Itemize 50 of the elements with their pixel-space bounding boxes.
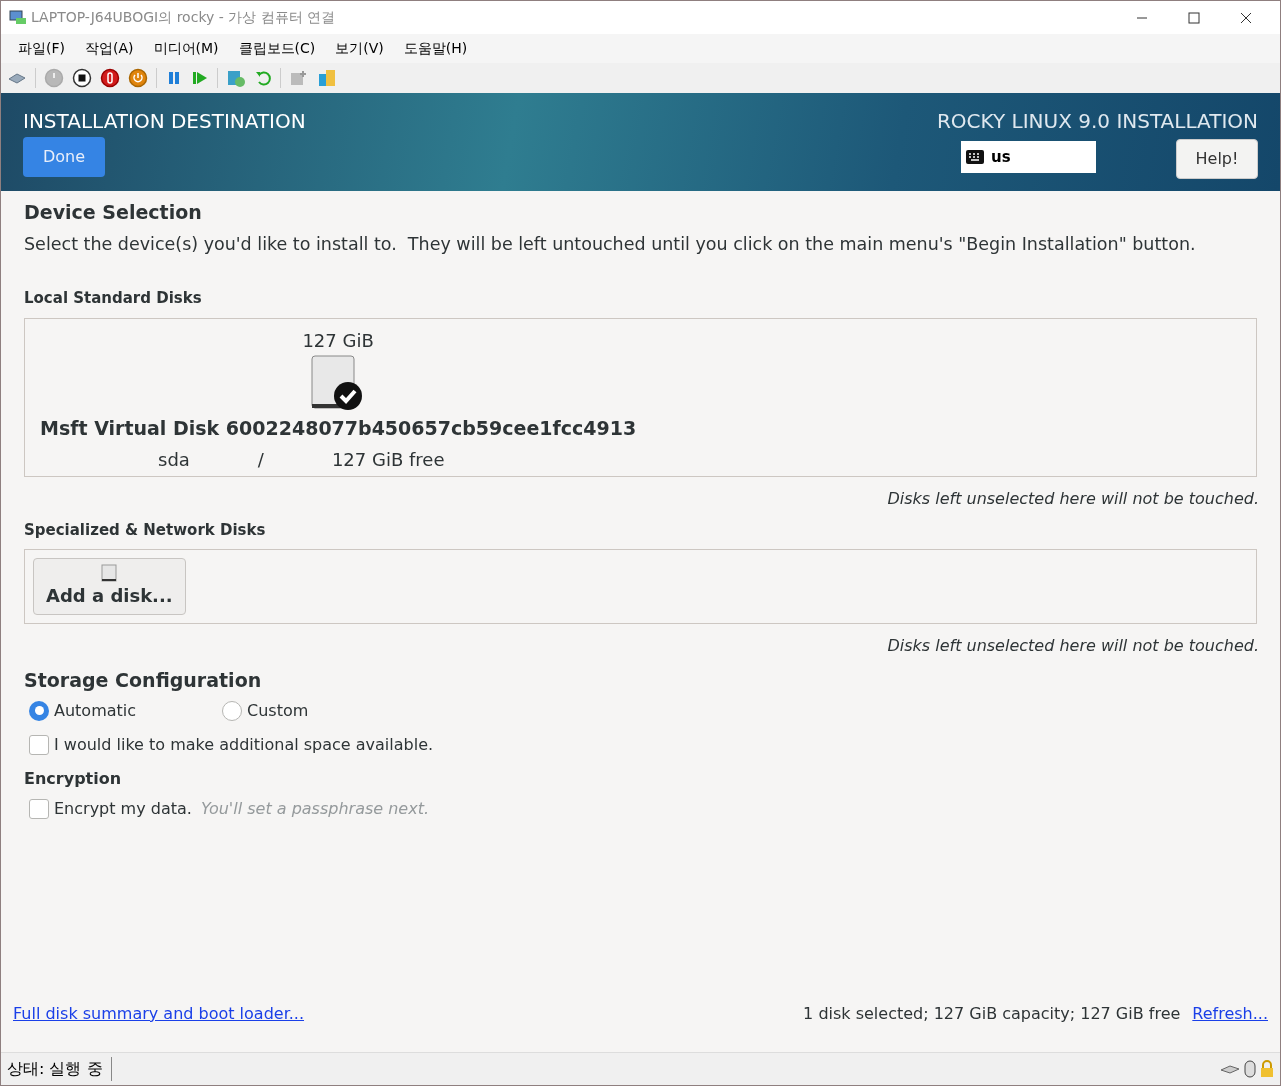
checkbox[interactable]	[29, 798, 49, 819]
computer-icon	[9, 9, 27, 26]
menu-item[interactable]: 파일(F)	[11, 38, 72, 59]
help-button[interactable]: Help!	[1176, 139, 1258, 179]
disk-name: Msft Virtual Disk 6002248077b450657cb59cee1fcc4913	[40, 415, 637, 441]
radio-button[interactable]	[29, 700, 49, 721]
description-text: Select the device(s) you'd like to install to. They will be left untouched until you click on the main menu's "Begin Installation" button.	[24, 233, 1197, 256]
checkbox[interactable]	[29, 734, 49, 755]
disk-status-text: 1 disk selected; 127 GiB capacity; 127 GiB free	[803, 1003, 1181, 1025]
section-heading: Encryption	[24, 767, 123, 790]
maximize-icon[interactable]	[1188, 11, 1200, 24]
disk-size: 127 GiB	[302, 328, 374, 353]
hint-text: You'll set a passphrase next.	[200, 797, 429, 820]
menu-item[interactable]: 도움말(H)	[396, 38, 475, 59]
radio-label: Custom	[247, 699, 309, 722]
mouse-icon	[1244, 1060, 1256, 1078]
menu-item[interactable]: 작업(A)	[78, 38, 141, 59]
power-icon[interactable]	[100, 68, 120, 88]
menu-item[interactable]: 보기(V)	[328, 38, 391, 59]
add-disk-button[interactable]: Add a disk...	[33, 558, 186, 616]
radio-button[interactable]	[222, 700, 242, 721]
close-icon[interactable]	[1240, 11, 1252, 24]
folder-icon[interactable]	[317, 68, 337, 88]
radio-label: Automatic	[54, 699, 137, 722]
power-icon[interactable]	[128, 68, 148, 88]
checkbox-label: Encrypt my data.	[54, 797, 192, 820]
menu-item[interactable]: 클립보드(C)	[231, 38, 323, 59]
section-heading: Storage Configuration	[24, 668, 263, 694]
summary-link[interactable]: Full disk summary and boot loader...	[13, 1002, 304, 1026]
play-icon[interactable]	[191, 69, 209, 87]
free-space: 127 GiB free	[331, 448, 445, 473]
undo-icon[interactable]	[254, 69, 272, 87]
section-heading: Local Standard Disks	[24, 288, 203, 310]
note-text: Disks left unselected here will not be touched.	[887, 635, 1259, 658]
product-title: ROCKY LINUX 9.0 INSTALLATION	[936, 109, 1258, 133]
window-title: LAPTOP-J64UBOGI의 rocky - 가상 컴퓨터 연결	[31, 8, 336, 27]
checkbox-label: I would like to make additional space available.	[54, 733, 434, 756]
status-text: 상태: 실행 중	[7, 1057, 112, 1081]
note-text: Disks left unselected here will not be touched.	[887, 487, 1259, 510]
device-name: sda	[158, 448, 190, 473]
lock-icon	[1260, 1060, 1274, 1078]
menu-item[interactable]: 미디어(M)	[146, 38, 226, 59]
stop-icon[interactable]	[72, 68, 92, 88]
disk-item[interactable]: 127 GiB Msft Virtual Disk 6002248077b450657cb59cee1fcc4913 sda / 127 GiB free	[40, 318, 637, 476]
page-title: INSTALLATION DESTINATION	[23, 109, 306, 133]
refresh-link[interactable]: Refresh...	[1192, 1002, 1268, 1026]
section-heading: Specialized & Network Disks	[24, 519, 267, 541]
keyboard-layout-field[interactable]: us	[961, 141, 1096, 173]
section-heading: Device Selection	[24, 200, 203, 225]
separator-text: /	[257, 448, 264, 473]
